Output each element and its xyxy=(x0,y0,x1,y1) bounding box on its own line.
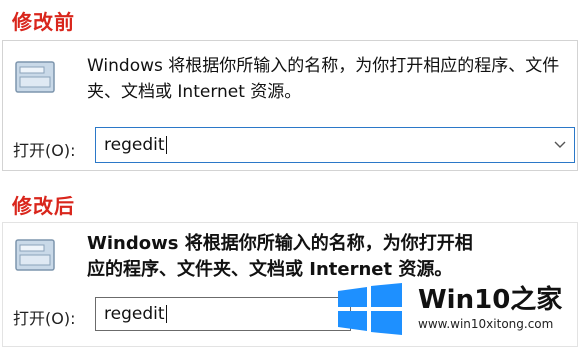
before-run-dialog: Windows 将根据你所输入的名称，为你打开相应的程序、文件夹、文档或 Int… xyxy=(2,40,578,171)
after-description: Windows 将根据你所输入的名称，为你打开相应的程序、文件夹、文档或 Int… xyxy=(87,233,473,280)
windows-logo-icon xyxy=(338,283,402,335)
run-dialog-icon xyxy=(15,239,55,271)
before-section-title: 修改前 xyxy=(12,10,75,34)
chevron-down-icon[interactable] xyxy=(554,141,566,149)
before-run-input-value: regedit xyxy=(104,135,165,155)
before-run-input[interactable]: regedit xyxy=(95,127,575,163)
after-section-title: 修改后 xyxy=(12,194,75,218)
after-run-input-value: regedit xyxy=(104,304,165,324)
after-open-label: 打开(O): xyxy=(13,309,76,328)
before-description: Windows 将根据你所输入的名称，为你打开相应的程序、文件夹、文档或 Int… xyxy=(87,56,560,102)
after-run-input[interactable]: regedit xyxy=(95,297,351,331)
watermark-brand: Win10之家 xyxy=(418,285,563,315)
run-dialog-icon xyxy=(15,61,55,93)
watermark-url: www.win10xitong.com xyxy=(418,317,554,331)
watermark: Win10之家 www.win10xitong.com xyxy=(336,277,572,339)
before-open-label: 打开(O): xyxy=(13,141,76,160)
